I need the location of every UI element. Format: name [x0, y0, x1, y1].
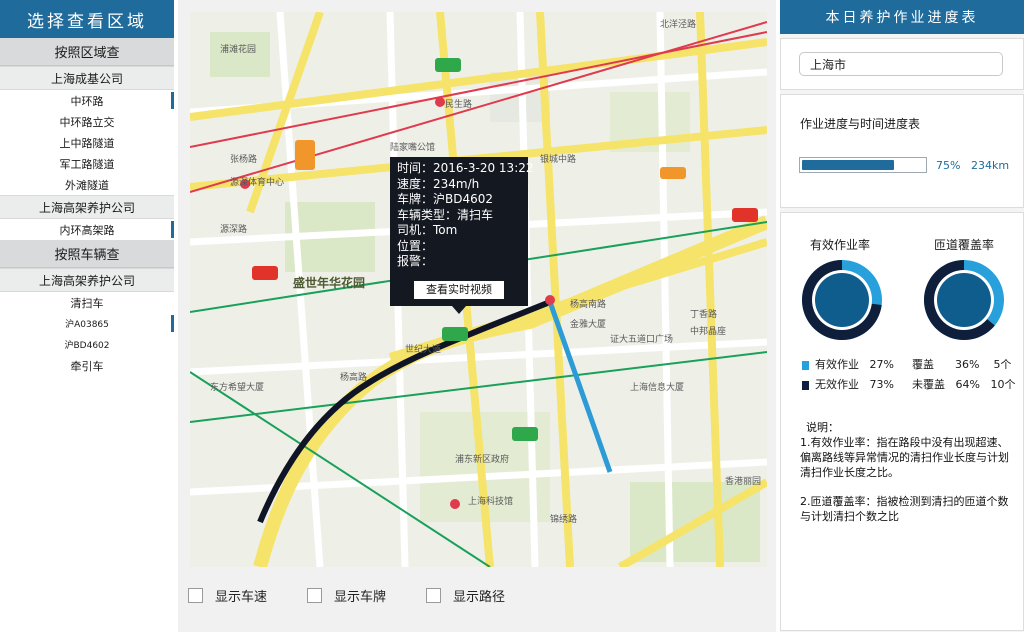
view-live-video-button[interactable]: 查看实时视频 — [414, 281, 504, 299]
region-panel-title: 选择查看区域 — [0, 0, 174, 38]
map-label: 浦滩花园 — [220, 45, 257, 55]
legend-effective: 有效作业 27% — [802, 356, 894, 372]
group-gaojia[interactable]: 上海高架养护公司 — [0, 195, 174, 219]
city-select[interactable]: 上海市 — [799, 52, 1003, 76]
progress-percent: 75% — [936, 159, 961, 172]
show-route-checkbox[interactable]: 显示路径 — [426, 586, 505, 605]
map-label: 银城中路 — [540, 155, 577, 165]
vehicle-marker-green-2 — [512, 427, 538, 441]
donut-charts — [801, 260, 1004, 340]
map-label-district: 盛世年华花园 — [293, 276, 366, 290]
map-label: 源深体育中心 — [230, 178, 285, 188]
map-label: 证大五道口广场 — [610, 335, 674, 345]
group-gaojia-vehicles[interactable]: 上海高架养护公司 — [0, 268, 174, 292]
donut-title-effective: 有效作业率 — [810, 238, 871, 252]
vehicle-marker-red-1 — [252, 266, 278, 280]
map-label: 上海信息大厦 — [630, 383, 685, 393]
road-item-zhonghuan[interactable]: 中环路 — [0, 90, 174, 111]
progress-panel: 本日养护作业进度表 上海市 作业进度与时间进度表 75% 234km 有效作业率… — [780, 0, 1024, 632]
vehicle-item-bd4602[interactable]: 沪BD4602 — [0, 334, 174, 355]
vehicle-marker-orange-1 — [295, 140, 315, 170]
progress-card — [780, 94, 1024, 208]
checkbox-label: 显示车牌 — [334, 590, 387, 605]
group-chengji[interactable]: 上海成基公司 — [0, 66, 174, 90]
app-root: 选择查看区域 按照区域查 上海成基公司 中环路 中环路立交 上中路隧道 军工路隧… — [0, 0, 1024, 632]
vehicle-type-tow-truck[interactable]: 牵引车 — [0, 355, 174, 376]
progress-title: 作业进度与时间进度表 — [800, 117, 921, 131]
vehicle-marker-green-1 — [442, 327, 468, 341]
section-by-vehicle[interactable]: 按照车辆查 — [0, 240, 174, 268]
map-label: 上海科技馆 — [468, 497, 514, 507]
popup-speed: 速度：234m/h — [397, 176, 480, 191]
map-label: 香港丽园 — [725, 477, 762, 487]
map-label: 杨高南路 — [570, 300, 607, 310]
map-panel: 盛世年华花园 浦滩花园 民生路 上海科技馆 杨高南路 锦绣路 丁香路 张杨路 源… — [178, 0, 776, 632]
map-label: 北洋泾路 — [660, 20, 697, 30]
popup-driver: 司机：Tom — [397, 223, 458, 237]
progress-km: 234km — [971, 159, 1010, 172]
checkbox-label: 显示路径 — [453, 590, 506, 605]
road-item-zhonghuan-interchange[interactable]: 中环路立交 — [0, 111, 174, 132]
show-speed-checkbox[interactable]: 显示车速 — [188, 586, 267, 605]
vehicle-marker-red-2 — [732, 208, 758, 222]
vehicle-item-a03865[interactable]: 沪A03865 — [0, 313, 174, 334]
map-label: 陆家嘴公馆 — [390, 143, 436, 153]
section-by-region[interactable]: 按照区域查 — [0, 38, 174, 66]
map-label: 金雅大厦 — [570, 320, 607, 330]
map-label: 世纪大道 — [405, 345, 442, 355]
donut1-center — [815, 273, 869, 327]
road-item-waitan-tunnel[interactable]: 外滩隧道 — [0, 174, 174, 195]
map-label: 丁香路 — [690, 310, 718, 320]
map-view[interactable]: 盛世年华花园 浦滩花园 民生路 上海科技馆 杨高南路 锦绣路 丁香路 张杨路 源… — [190, 12, 767, 567]
popup-plate: 车牌：沪BD4602 — [397, 192, 494, 206]
map-label: 张杨路 — [230, 155, 258, 165]
vehicle-marker-orange-2 — [660, 167, 686, 179]
progress-panel-title: 本日养护作业进度表 — [780, 0, 1024, 34]
map-label: 民生路 — [445, 100, 473, 110]
progress-bar-fill — [802, 160, 894, 170]
popup-vehicle-type: 车辆类型：清扫车 — [397, 207, 494, 222]
popup-time: 时间：2016-3-20 13:22 — [397, 161, 534, 175]
road-item-neihuan[interactable]: 内环高架路 — [0, 219, 174, 240]
road-item-shangzhong-tunnel[interactable]: 上中路隧道 — [0, 132, 174, 153]
show-plate-checkbox[interactable]: 显示车牌 — [307, 586, 386, 605]
notes: 说明： 1.有效作业率：指在路段中没有出现超速、偏离路线等异常情况的清扫作业长度… — [800, 420, 1010, 524]
vehicle-marker-green-3 — [435, 58, 461, 72]
progress-bar — [799, 157, 927, 173]
legend-swatch — [802, 380, 809, 390]
note-coverage-rate: 2.匝道覆盖率：指被检测到清扫的匝道个数与计划清扫个数之比 — [800, 495, 1009, 523]
popup-alarm: 报警： — [397, 254, 434, 268]
note-effective-rate: 1.有效作业率：指在路段中没有出现超速、偏离路线等异常情况的清扫作业长度与计划清… — [800, 436, 1009, 479]
map-label: 锦绣路 — [550, 515, 578, 525]
region-panel: 选择查看区域 按照区域查 上海成基公司 中环路 中环路立交 上中路隧道 军工路隧… — [0, 0, 174, 632]
checkbox-label: 显示车速 — [215, 590, 268, 605]
notes-title: 说明： — [806, 421, 839, 434]
legend-ineffective: 无效作业 73% — [802, 376, 894, 392]
popup-pointer — [452, 306, 466, 314]
metro-station-icon — [450, 499, 460, 509]
checkbox-box[interactable] — [188, 588, 203, 603]
donut-title-coverage: 匝道覆盖率 — [934, 238, 995, 252]
vehicle-type-sweeper[interactable]: 清扫车 — [0, 292, 174, 313]
map-label: 中邦晶座 — [690, 327, 727, 337]
donut2-center — [937, 273, 991, 327]
checkbox-box[interactable] — [307, 588, 323, 603]
map-label: 杨高路 — [340, 373, 368, 383]
metro-station-icon — [545, 295, 555, 305]
map-label: 东方希望大厦 — [210, 383, 265, 393]
checkbox-box[interactable] — [426, 588, 442, 603]
map-options: 显示车速 显示车牌 显示路径 — [188, 586, 545, 605]
metro-station-icon — [435, 97, 445, 107]
road-item-jungong-tunnel[interactable]: 军工路隧道 — [0, 153, 174, 174]
legend-covered: 覆盖 36% 5个 — [912, 358, 1012, 371]
map-label: 浦东新区政府 — [455, 455, 510, 465]
legend-swatch — [802, 360, 809, 370]
map-label: 源深路 — [220, 225, 248, 235]
legend-uncovered: 未覆盖 64% 10个 — [912, 378, 1016, 391]
vehicle-info-popup: 时间：2016-3-20 13:22 速度：234m/h 车牌：沪BD4602 … — [390, 157, 534, 306]
popup-position: 位置： — [397, 238, 434, 253]
